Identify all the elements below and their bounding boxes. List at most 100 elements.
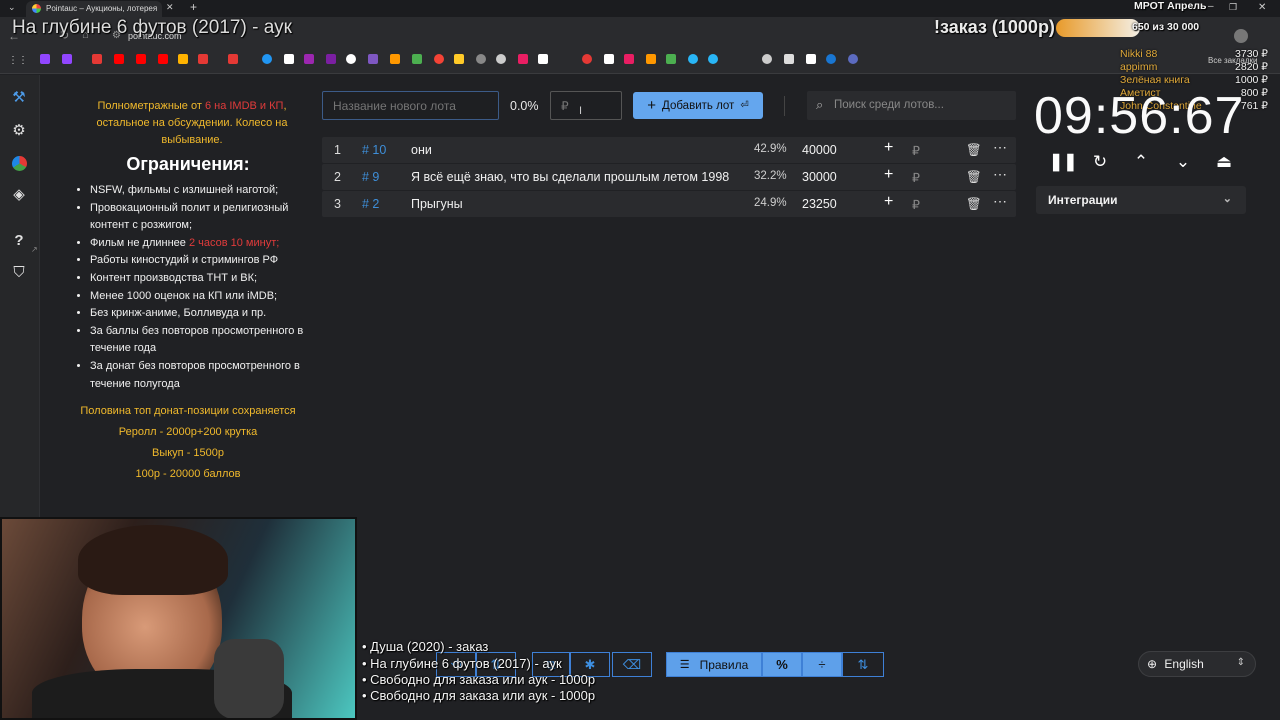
tab-list-icon[interactable]: ⌄ (8, 2, 16, 13)
bookmark-favicon[interactable] (784, 54, 794, 64)
bookmark-favicon[interactable] (708, 54, 718, 64)
lot-name[interactable]: Прыгуны (411, 197, 463, 211)
lot-name[interactable]: они (411, 143, 432, 157)
bookmark-favicon[interactable] (646, 54, 656, 64)
bookmark-favicon[interactable] (158, 54, 168, 64)
streamer-hair (78, 525, 228, 595)
percent-toggle[interactable]: % (762, 652, 802, 677)
lot-id-link[interactable]: # 2 (362, 197, 379, 211)
new-tab-icon[interactable]: + (190, 0, 197, 14)
bookmark-favicon[interactable] (848, 54, 858, 64)
time-up-icon[interactable]: ⌃ (1131, 152, 1151, 172)
bookmark-favicon[interactable] (666, 54, 676, 64)
restart-icon[interactable]: ↻ (1090, 152, 1110, 172)
bookmark-favicon[interactable] (412, 54, 422, 64)
apps-icon[interactable]: ⋮⋮ (8, 55, 28, 66)
lot-search[interactable]: ⌕ Поиск среди лотов... (807, 91, 1016, 120)
bookmark-favicon[interactable] (228, 54, 238, 64)
bookmark-favicon[interactable] (368, 54, 378, 64)
lot-amount[interactable]: 23250 (802, 197, 837, 211)
lot-row[interactable]: 1 # 10 они 42.9% 40000 + ₽ 🗑 ⋯ (322, 137, 1016, 163)
enter-key-icon: ⏎ (740, 100, 749, 111)
more-icon[interactable]: ⋯ (993, 139, 1007, 156)
rules-button[interactable]: ☰ Правила (666, 652, 762, 677)
split-icon[interactable]: ÷ (802, 652, 842, 677)
wheel-icon[interactable] (10, 154, 28, 172)
integrations-panel[interactable]: Интеграции ⌄ (1036, 186, 1246, 214)
delete-icon[interactable]: 🗑 (966, 143, 982, 158)
bookmark-favicon[interactable] (136, 54, 146, 64)
close-tab-icon[interactable]: ✕ (166, 2, 174, 13)
bookmark-favicon[interactable] (454, 54, 464, 64)
more-icon[interactable]: ⋯ (993, 193, 1007, 210)
bookmark-favicon[interactable] (826, 54, 836, 64)
bookmark-favicon[interactable] (390, 54, 400, 64)
lot-id-link[interactable]: # 9 (362, 170, 379, 184)
rules-footer-line: Половина топ донат-позиции сохраняется (80, 405, 296, 417)
lot-percent: 42.9% (754, 143, 787, 155)
bookmark-favicon[interactable] (688, 54, 698, 64)
add-lot-button[interactable]: + Добавить лот ⏎ (633, 92, 763, 119)
bookmark-favicon[interactable] (762, 54, 772, 64)
bookmark-favicon[interactable] (604, 54, 614, 64)
delete-icon[interactable]: 🗑 (966, 170, 982, 185)
bookmark-favicon[interactable] (346, 54, 356, 64)
bookmark-favicon[interactable] (582, 54, 592, 64)
minimize-icon[interactable]: – (1208, 1, 1214, 12)
bookmark-favicon[interactable] (40, 54, 50, 64)
browser-tab[interactable]: Pointauc – Аукционы, лотерея (26, 1, 162, 17)
bookmark-favicon[interactable] (178, 54, 188, 64)
bookmark-favicon[interactable] (496, 54, 506, 64)
bookmark-favicon[interactable] (538, 54, 548, 64)
bookmark-favicon[interactable] (304, 54, 314, 64)
bookmark-favicon[interactable] (518, 54, 528, 64)
language-select[interactable]: ⊕ English ⇕ (1138, 651, 1256, 677)
bookmark-favicon[interactable] (624, 54, 634, 64)
bookmark-favicon[interactable] (326, 54, 336, 64)
close-window-icon[interactable]: ✕ (1258, 2, 1266, 13)
bookmark-favicon[interactable] (114, 54, 124, 64)
delete-icon[interactable]: 🗑 (966, 197, 982, 212)
lot-amount[interactable]: 40000 (802, 143, 837, 157)
new-lot-name-input[interactable] (322, 91, 499, 120)
add-amount-icon[interactable]: + (884, 166, 893, 184)
new-lot-amount-input[interactable] (550, 91, 622, 120)
lot-name[interactable]: Я всё ещё знаю, что вы сделали прошлым л… (411, 170, 729, 184)
lot-amount[interactable]: 30000 (802, 170, 837, 184)
bookmark-favicon[interactable] (262, 54, 272, 64)
lot-id-link[interactable]: # 10 (362, 143, 386, 157)
pause-icon[interactable]: ❚❚ (1049, 152, 1078, 172)
settings-icon[interactable]: ⚙ (10, 122, 28, 140)
profile-avatar[interactable] (1234, 29, 1248, 43)
bookmark-favicon[interactable] (476, 54, 486, 64)
shield-icon[interactable]: ⛉ (10, 264, 28, 282)
time-down-icon[interactable]: ⌄ (1173, 152, 1193, 172)
lot-row[interactable]: 3 # 2 Прыгуны 24.9% 23250 + ₽ 🗑 ⋯ (322, 191, 1016, 217)
collapse-icon[interactable]: ⏏ (1214, 152, 1234, 172)
restore-icon[interactable]: ❐ (1229, 2, 1237, 13)
layers-icon[interactable]: ◈ (10, 186, 28, 204)
bookmark-favicon[interactable] (284, 54, 294, 64)
rules-button-label: Правила (699, 657, 749, 672)
bookmark-favicon[interactable] (92, 54, 102, 64)
lot-position: 1 (334, 143, 341, 157)
bookmark-favicon[interactable] (62, 54, 72, 64)
bookmark-favicon[interactable] (198, 54, 208, 64)
add-amount-icon[interactable]: + (884, 139, 893, 157)
help-icon[interactable]: ? (10, 232, 28, 250)
chevron-down-icon: ⌄ (1222, 193, 1232, 205)
bookmarks-bar: ⋮⋮ Все закладки (0, 49, 1280, 74)
clear-list-icon[interactable]: ⌫ (612, 652, 652, 677)
lot-row[interactable]: 2 # 9 Я всё ещё знаю, что вы сделали про… (322, 164, 1016, 190)
add-amount-icon[interactable]: + (884, 193, 893, 211)
sort-icon[interactable]: ⇅ (842, 652, 884, 677)
auction-hammer-icon[interactable]: ⚒ (10, 89, 28, 107)
more-icon[interactable]: ⋯ (993, 166, 1007, 183)
webcam-feed (0, 517, 357, 720)
search-placeholder: Поиск среди лотов... (834, 99, 944, 111)
bookmark-favicon[interactable] (434, 54, 444, 64)
rules-heading: Ограничения: (126, 154, 250, 174)
bookmark-favicon[interactable] (806, 54, 816, 64)
queue-item: • Душа (2020) - заказ (362, 639, 489, 654)
restriction-item: За баллы без повторов просмотренного в т… (90, 323, 312, 358)
